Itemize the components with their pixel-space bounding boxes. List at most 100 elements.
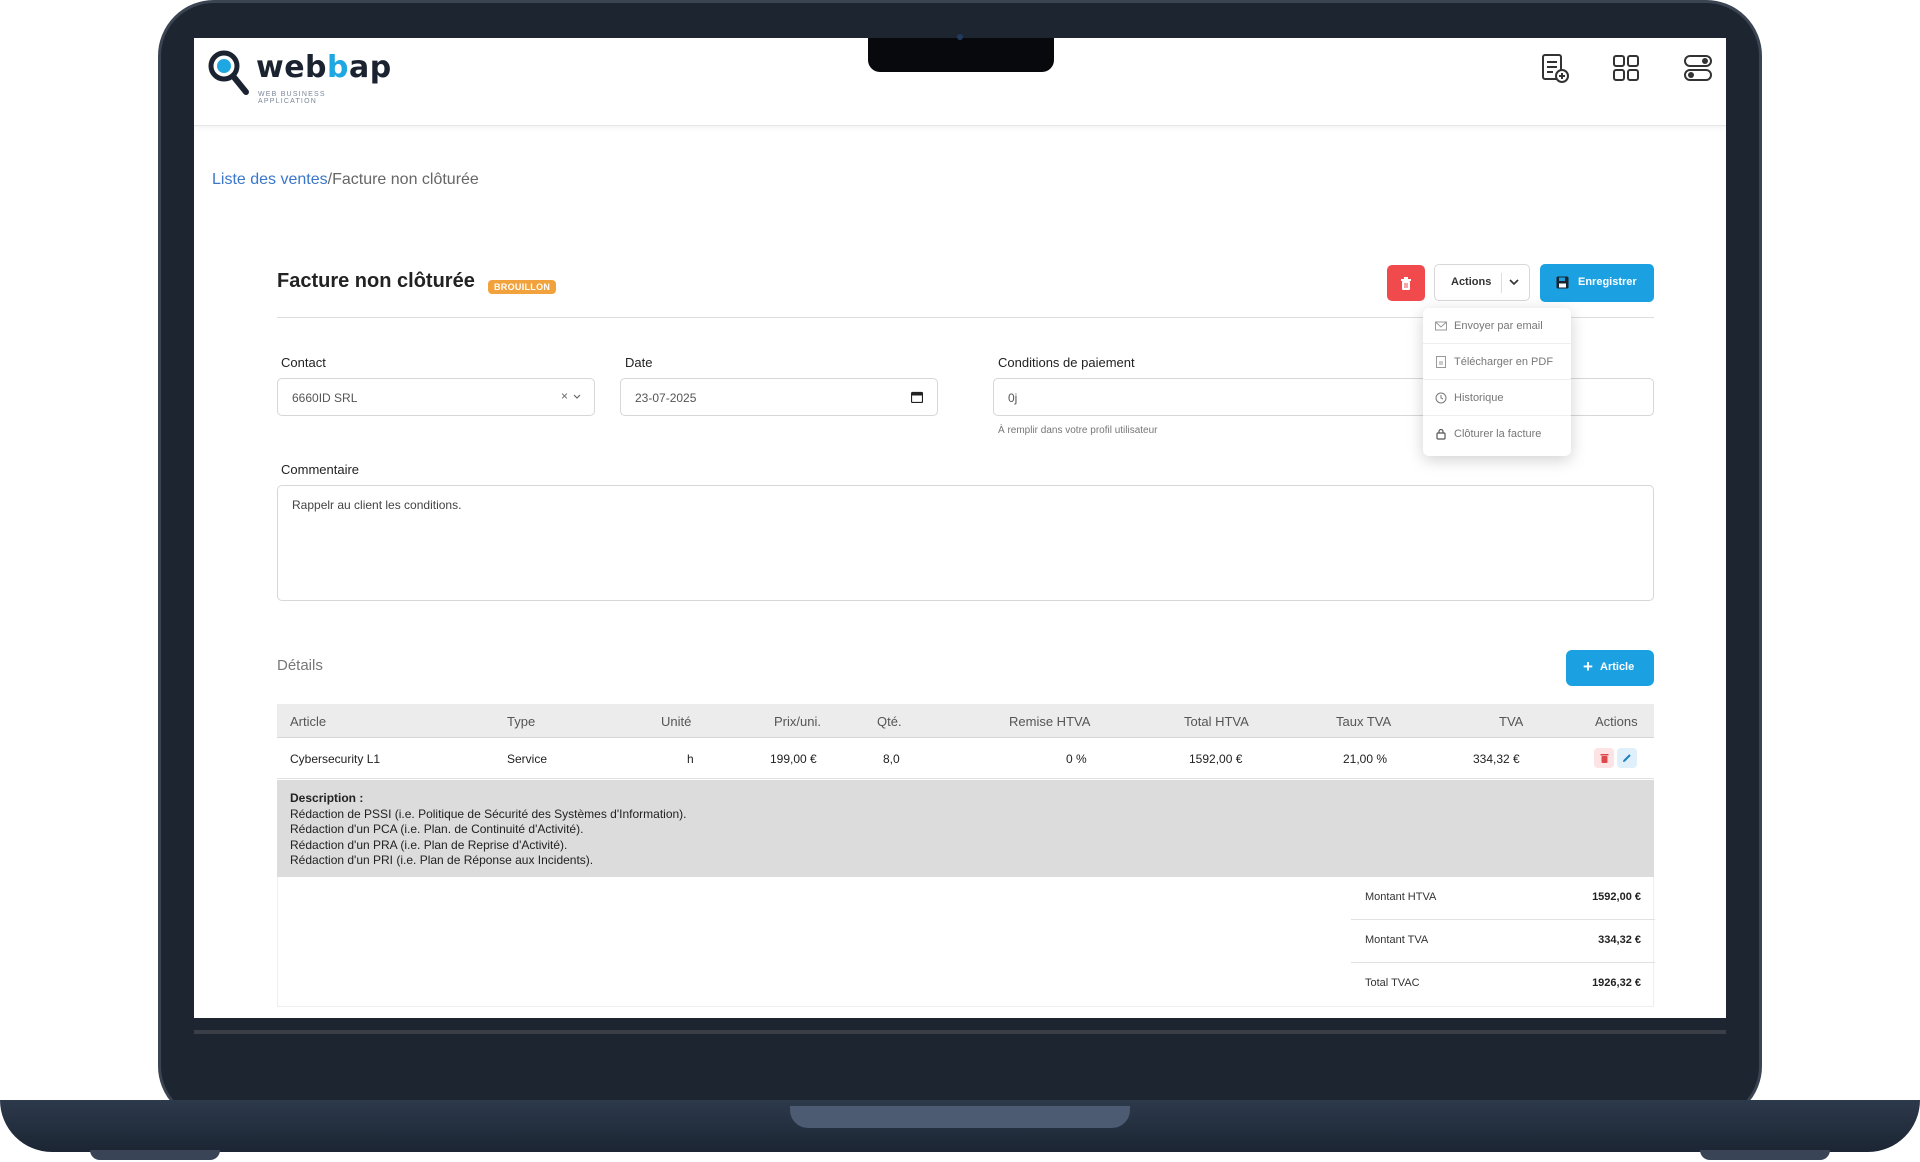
top-icon-group [1536,50,1716,86]
description-text: Description : Rédaction de PSSI (i.e. Po… [290,791,687,869]
grid-icon[interactable] [1608,50,1644,86]
menu-item-download-pdf[interactable]: Télécharger en PDF [1423,344,1571,380]
cell-vat-rate: 21,00 % [1343,752,1388,766]
status-badge: BROUILLON [488,280,557,294]
date-label: Date [625,355,653,370]
cell-vat: 334,32 € [1473,752,1520,766]
toggles-icon[interactable] [1680,50,1716,86]
col-vat-rate: Taux TVA [1336,714,1392,729]
date-input[interactable]: 23-07-2025 [620,378,938,416]
payment-terms-hint: À remplir dans votre profil utilisateur [998,425,1158,436]
col-actions: Actions [1595,714,1638,729]
col-article: Article [290,714,327,729]
description-line: Rédaction d'un PCA (i.e. Plan. de Contin… [290,822,584,836]
camera-icon [957,34,963,40]
col-quantity: Qté. [877,714,902,729]
cell-article: Cybersecurity L1 [290,752,381,766]
webbap-logo[interactable]: webbap WEB BUSINESS APPLICATION [206,46,391,105]
menu-item-history[interactable]: Historique [1423,380,1571,416]
menu-item-close-invoice[interactable]: Clôturer la facture [1423,416,1571,452]
mail-icon [1435,321,1447,331]
magnifier-logo-icon [208,50,249,95]
details-section-title: Détails [277,657,323,674]
page-title: Facture non clôturée [277,270,475,292]
delete-invoice-button[interactable] [1387,265,1425,301]
description-line: Rédaction de PSSI (i.e. Politique de Séc… [290,806,687,821]
description-line: Rédaction d'un PRA (i.e. Plan de Reprise… [290,837,568,852]
cell-type: Service [507,752,548,766]
history-icon [1435,392,1447,404]
col-unit: Unité [661,714,692,729]
logo-wordmark: webbap [256,50,392,85]
total-tva-value: 334,32 € [1598,934,1641,946]
edit-row-button[interactable] [1617,748,1637,768]
actions-dropdown-button[interactable]: Actions [1434,264,1530,301]
trash-icon [1401,276,1411,290]
cell-unit-price: 199,00 € [770,752,817,766]
plus-icon: + [1583,657,1593,676]
actions-separator [1501,273,1502,293]
laptop-chin [194,1030,1726,1034]
laptop-foot-left [90,1150,220,1160]
table-header: Article Type Unité Prix/uni. Qté. Remise… [277,704,1654,738]
cell-total-htva: 1592,00 € [1189,752,1243,766]
contact-value: 6660ID SRL [292,391,358,405]
cell-unit: h [687,752,694,766]
total-tvac-label: Total TVAC [1365,977,1420,989]
chevron-down-icon [573,394,581,399]
total-tvac-value: 1926,32 € [1592,977,1641,989]
actions-menu: Envoyer par email Télécharger en PDF His… [1423,308,1571,456]
add-article-label: Article [1600,661,1635,673]
date-value: 23-07-2025 [635,391,697,405]
laptop-foot-right [1700,1150,1830,1160]
total-tva-label: Montant TVA [1365,934,1429,946]
screen-notch [868,38,1054,72]
app-screen: webbap WEB BUSINESS APPLICATION Liste de… [194,38,1726,1018]
totals-box: Montant HTVA 1592,00 € Montant TVA 334,3… [277,877,1655,1007]
calendar-icon[interactable] [911,391,923,403]
laptop-hinge [790,1106,1130,1128]
chevron-down-icon [1509,279,1519,286]
cell-discount: 0 % [1066,752,1087,766]
cell-quantity: 8,0 [883,752,900,766]
col-vat: TVA [1499,714,1524,729]
comment-label: Commentaire [281,462,360,477]
laptop-mockup: webbap WEB BUSINESS APPLICATION Liste de… [0,0,1920,1162]
logo-subtitle: WEB BUSINESS APPLICATION [258,91,326,105]
contact-select[interactable]: 6660ID SRL × [277,378,595,416]
breadcrumb: Liste des ventes/Facture non clôturée [212,171,479,189]
total-htva-value: 1592,00 € [1592,891,1641,903]
col-total-htva: Total HTVA [1184,714,1249,729]
save-button[interactable]: Enregistrer [1540,264,1654,302]
col-discount: Remise HTVA [1009,714,1091,729]
total-tvac-row: Total TVAC 1926,32 € [1351,963,1655,1006]
total-tva-row: Montant TVA 334,32 € [1351,920,1655,963]
delete-row-button[interactable] [1594,748,1614,768]
breadcrumb-link-sales-list[interactable]: Liste des ventes [212,171,328,188]
row-description: Description : Rédaction de PSSI (i.e. Po… [277,780,1654,877]
comment-textarea[interactable]: Rappelr au client les conditions. [277,485,1654,601]
contact-label: Contact [281,355,326,370]
menu-item-send-email[interactable]: Envoyer par email [1423,308,1571,344]
save-label: Enregistrer [1578,276,1637,288]
trash-icon [1600,754,1608,763]
pencil-icon [1623,754,1631,762]
total-htva-label: Montant HTVA [1365,891,1437,903]
floppy-disk-icon [1556,276,1569,289]
total-htva-row: Montant HTVA 1592,00 € [1351,877,1655,920]
clear-icon[interactable]: × [561,389,568,403]
actions-label: Actions [1451,276,1492,288]
description-heading: Description : [290,791,364,805]
col-unit-price: Prix/uni. [774,714,821,729]
new-document-icon[interactable] [1536,50,1572,86]
col-type: Type [507,714,536,729]
breadcrumb-current: Facture non clôturée [332,171,479,188]
comment-value: Rappelr au client les conditions. [292,498,462,512]
pdf-icon [1436,356,1446,368]
description-line: Rédaction d'un PRI (i.e. Plan de Réponse… [290,853,594,867]
add-article-button[interactable]: + Article [1566,650,1654,686]
payment-terms-value: 0j [1008,391,1018,405]
payment-terms-label: Conditions de paiement [998,355,1135,370]
lock-icon [1436,428,1446,440]
table-row: Cybersecurity L1 Service h 199,00 € 8,0 … [277,739,1654,779]
